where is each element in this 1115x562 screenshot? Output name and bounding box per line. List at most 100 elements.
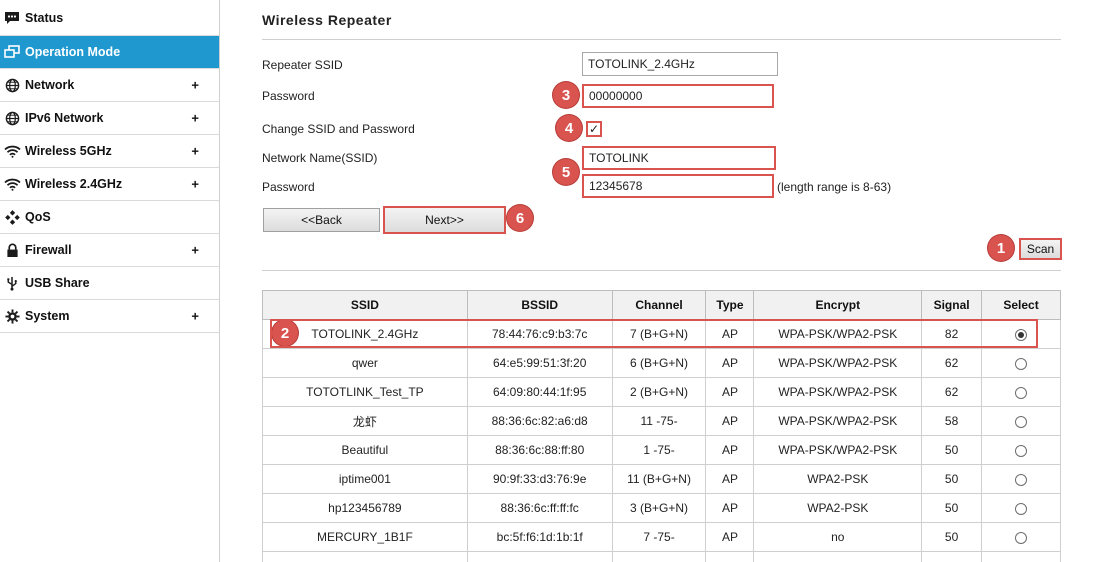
change-ssid-label: Change SSID and Password (262, 122, 415, 136)
sidebar-item-status[interactable]: Status (0, 0, 219, 36)
sidebar-item-label: Network (25, 78, 75, 92)
table-row[interactable]: iptime001 90:9f:33:d3:76:9e 11 (B+G+N) AP WP… (262, 464, 1061, 494)
sidebar-item-operation-mode[interactable]: Operation Mode (0, 36, 219, 69)
col-bssid: BSSID (466, 290, 613, 320)
cell-empty (705, 551, 755, 562)
expand-plus-icon[interactable]: + (191, 144, 199, 159)
sidebar-item-network[interactable]: Network + (0, 69, 219, 102)
col-encrypt: Encrypt (753, 290, 923, 320)
sidebar-item-system[interactable]: System + (0, 300, 219, 333)
cell-select (981, 406, 1061, 436)
network-name-input[interactable]: TOTOLINK (582, 146, 776, 170)
network-name-label: Network Name(SSID) (262, 151, 378, 165)
table-row[interactable]: TOTOLINK_2.4GHz 78:44:76:c9:b3:7c 7 (B+G+N… (262, 319, 1061, 349)
new-password-label: Password (262, 180, 315, 194)
expand-plus-icon[interactable]: + (191, 78, 199, 93)
cell-select (981, 319, 1061, 349)
table-row[interactable]: hp123456789 88:36:6c:ff:ff:fc 3 (B+G+N) AP W… (262, 493, 1061, 523)
table-header-row: SSID BSSID Channel Type Encrypt Signal S… (262, 290, 1061, 320)
select-radio[interactable] (1015, 328, 1028, 341)
cell-bssid: 90:9f:33:d3:76:9e (466, 464, 613, 494)
cell-empty (611, 551, 707, 562)
sidebar-item-wireless-2-4ghz[interactable]: Wireless 2.4GHz + (0, 168, 219, 201)
step-badge-4: 4 (556, 115, 582, 141)
select-radio[interactable] (1015, 531, 1028, 544)
cell-signal: 58 (921, 406, 983, 436)
select-radio[interactable] (1015, 444, 1028, 457)
select-radio[interactable] (1015, 386, 1028, 399)
select-radio[interactable] (1015, 473, 1028, 486)
lock-icon (0, 243, 24, 258)
cell-bssid: 88:36:6c:ff:ff:fc (466, 493, 613, 523)
table-row[interactable]: 龙虾 88:36:6c:82:a6:d8 11 -75- AP WPA-PSK/WPA2… (262, 406, 1061, 436)
sidebar-item-wireless-5ghz[interactable]: Wireless 5GHz + (0, 135, 219, 168)
cell-bssid: 88:36:6c:88:ff:80 (466, 435, 613, 465)
step-badge-6: 6 (507, 205, 533, 231)
step-badge-3: 3 (553, 82, 579, 108)
step-badge-1: 1 (988, 235, 1014, 261)
cell-type: AP (705, 493, 755, 523)
cell-signal: 50 (921, 493, 983, 523)
length-hint: (length range is 8-63) (777, 180, 892, 194)
change-ssid-checkbox[interactable]: ✓ (586, 121, 602, 137)
table-row[interactable]: Beautiful 88:36:6c:88:ff:80 1 -75- AP WPA-PS… (262, 435, 1061, 465)
sidebar-item-ipv6-network[interactable]: IPv6 Network + (0, 102, 219, 135)
check-mark-icon: ✓ (588, 122, 600, 136)
back-button[interactable]: <<Back (263, 208, 380, 232)
cell-type: AP (705, 435, 755, 465)
cell-signal: 62 (921, 348, 983, 378)
globe-icon (0, 78, 24, 93)
sidebar-item-label: Wireless 5GHz (25, 144, 112, 158)
wifi-icon (0, 178, 24, 191)
cell-channel: 11 -75- (611, 406, 707, 436)
select-radio[interactable] (1015, 502, 1028, 515)
sidebar-item-label: Operation Mode (25, 45, 121, 59)
sidebar-item-firewall[interactable]: Firewall + (0, 234, 219, 267)
select-radio[interactable] (1015, 415, 1028, 428)
table-row[interactable] (262, 551, 1061, 562)
cell-encrypt: WPA2-PSK (753, 493, 923, 523)
scan-results-table: SSID BSSID Channel Type Encrypt Signal S… (262, 290, 1061, 562)
repeater-ssid-input[interactable]: TOTOLINK_2.4GHz (582, 52, 778, 76)
cell-signal: 82 (921, 319, 983, 349)
step-badge-5: 5 (553, 159, 579, 185)
cell-empty (753, 551, 923, 562)
table-row[interactable]: TOTOTLINK_Test_TP 64:09:80:44:1f:95 2 (B+G… (262, 377, 1061, 407)
cell-signal: 50 (921, 464, 983, 494)
cell-type: AP (705, 377, 755, 407)
col-select: Select (981, 290, 1061, 320)
expand-plus-icon[interactable]: + (191, 309, 199, 324)
cell-empty (981, 551, 1061, 562)
cell-select (981, 493, 1061, 523)
cell-select (981, 377, 1061, 407)
divider (262, 39, 1061, 40)
cell-empty (921, 551, 983, 562)
col-channel: Channel (611, 290, 707, 320)
next-button[interactable]: Next>> (383, 206, 506, 234)
cell-channel: 1 -75- (611, 435, 707, 465)
table-row[interactable]: MERCURY_1B1F bc:5f:f6:1d:1b:1f 7 -75- AP no 5… (262, 522, 1061, 552)
cell-signal: 50 (921, 522, 983, 552)
cell-encrypt: no (753, 522, 923, 552)
cell-channel: 7 (B+G+N) (611, 319, 707, 349)
cell-select (981, 464, 1061, 494)
expand-plus-icon[interactable]: + (191, 243, 199, 258)
cell-encrypt: WPA2-PSK (753, 464, 923, 494)
sidebar-item-label: QoS (25, 210, 51, 224)
password-input[interactable]: 00000000 (582, 84, 774, 108)
sidebar-item-qos[interactable]: QoS (0, 201, 219, 234)
new-password-input[interactable]: 12345678 (582, 174, 774, 198)
cell-empty (466, 551, 613, 562)
cell-bssid: 64:e5:99:51:3f:20 (466, 348, 613, 378)
table-row[interactable]: qwer 64:e5:99:51:3f:20 6 (B+G+N) AP WPA-PSK/… (262, 348, 1061, 378)
cell-channel: 6 (B+G+N) (611, 348, 707, 378)
sidebar-item-usb-share[interactable]: USB Share (0, 267, 219, 300)
cell-signal: 50 (921, 435, 983, 465)
expand-plus-icon[interactable]: + (191, 111, 199, 126)
cell-encrypt: WPA-PSK/WPA2-PSK (753, 435, 923, 465)
scan-button[interactable]: Scan (1019, 238, 1062, 260)
select-radio[interactable] (1015, 357, 1028, 370)
gear-icon (0, 308, 24, 324)
cell-bssid: bc:5f:f6:1d:1b:1f (466, 522, 613, 552)
expand-plus-icon[interactable]: + (191, 177, 199, 192)
